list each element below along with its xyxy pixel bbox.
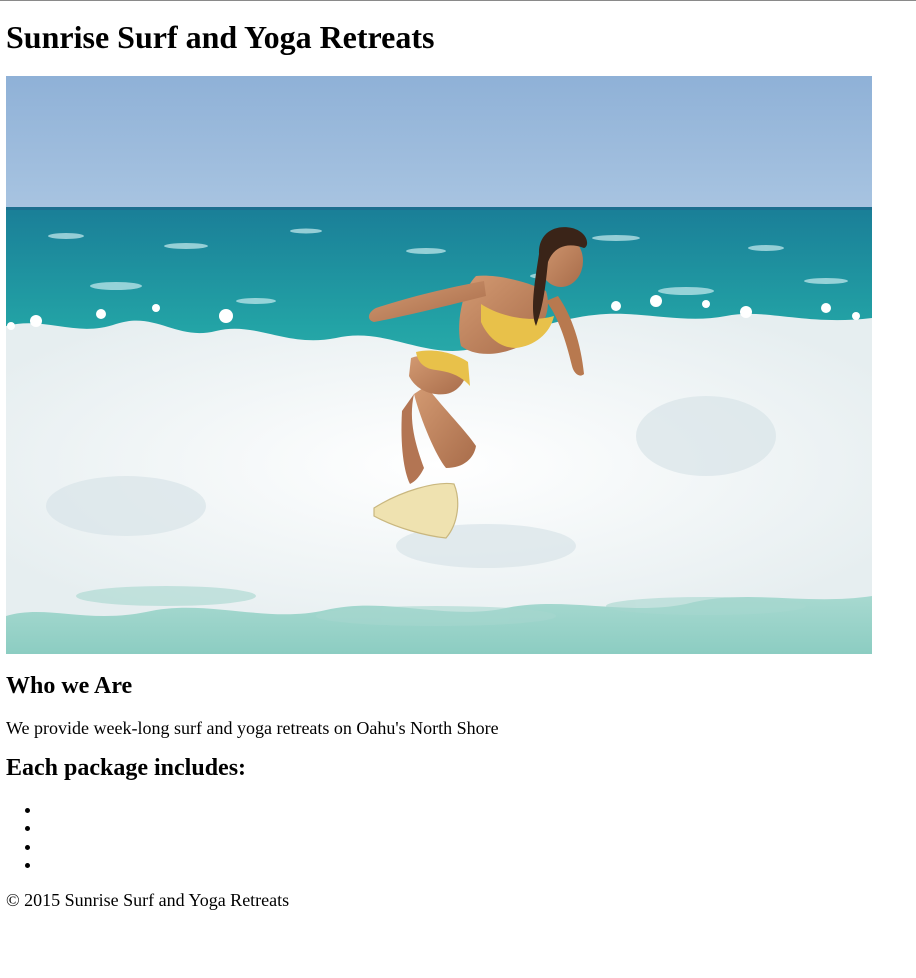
bullet-icon bbox=[25, 862, 30, 868]
bullet-icon bbox=[25, 826, 30, 832]
bullet-icon bbox=[25, 808, 30, 813]
footer-copyright: © 2015 Sunrise Surf and Yoga Retreats bbox=[6, 890, 290, 910]
about-heading: Who we Are bbox=[6, 673, 133, 699]
hero-image bbox=[6, 76, 872, 654]
about-text: We provide week-long surf and yoga retre… bbox=[6, 718, 499, 738]
page-title: Sunrise Surf and Yoga Retreats bbox=[6, 19, 435, 55]
packages-heading: Each package includes: bbox=[6, 755, 247, 781]
top-border bbox=[0, 0, 916, 1]
packages-list bbox=[6, 801, 44, 874]
bullet-icon bbox=[25, 844, 30, 850]
sky bbox=[6, 76, 872, 210]
